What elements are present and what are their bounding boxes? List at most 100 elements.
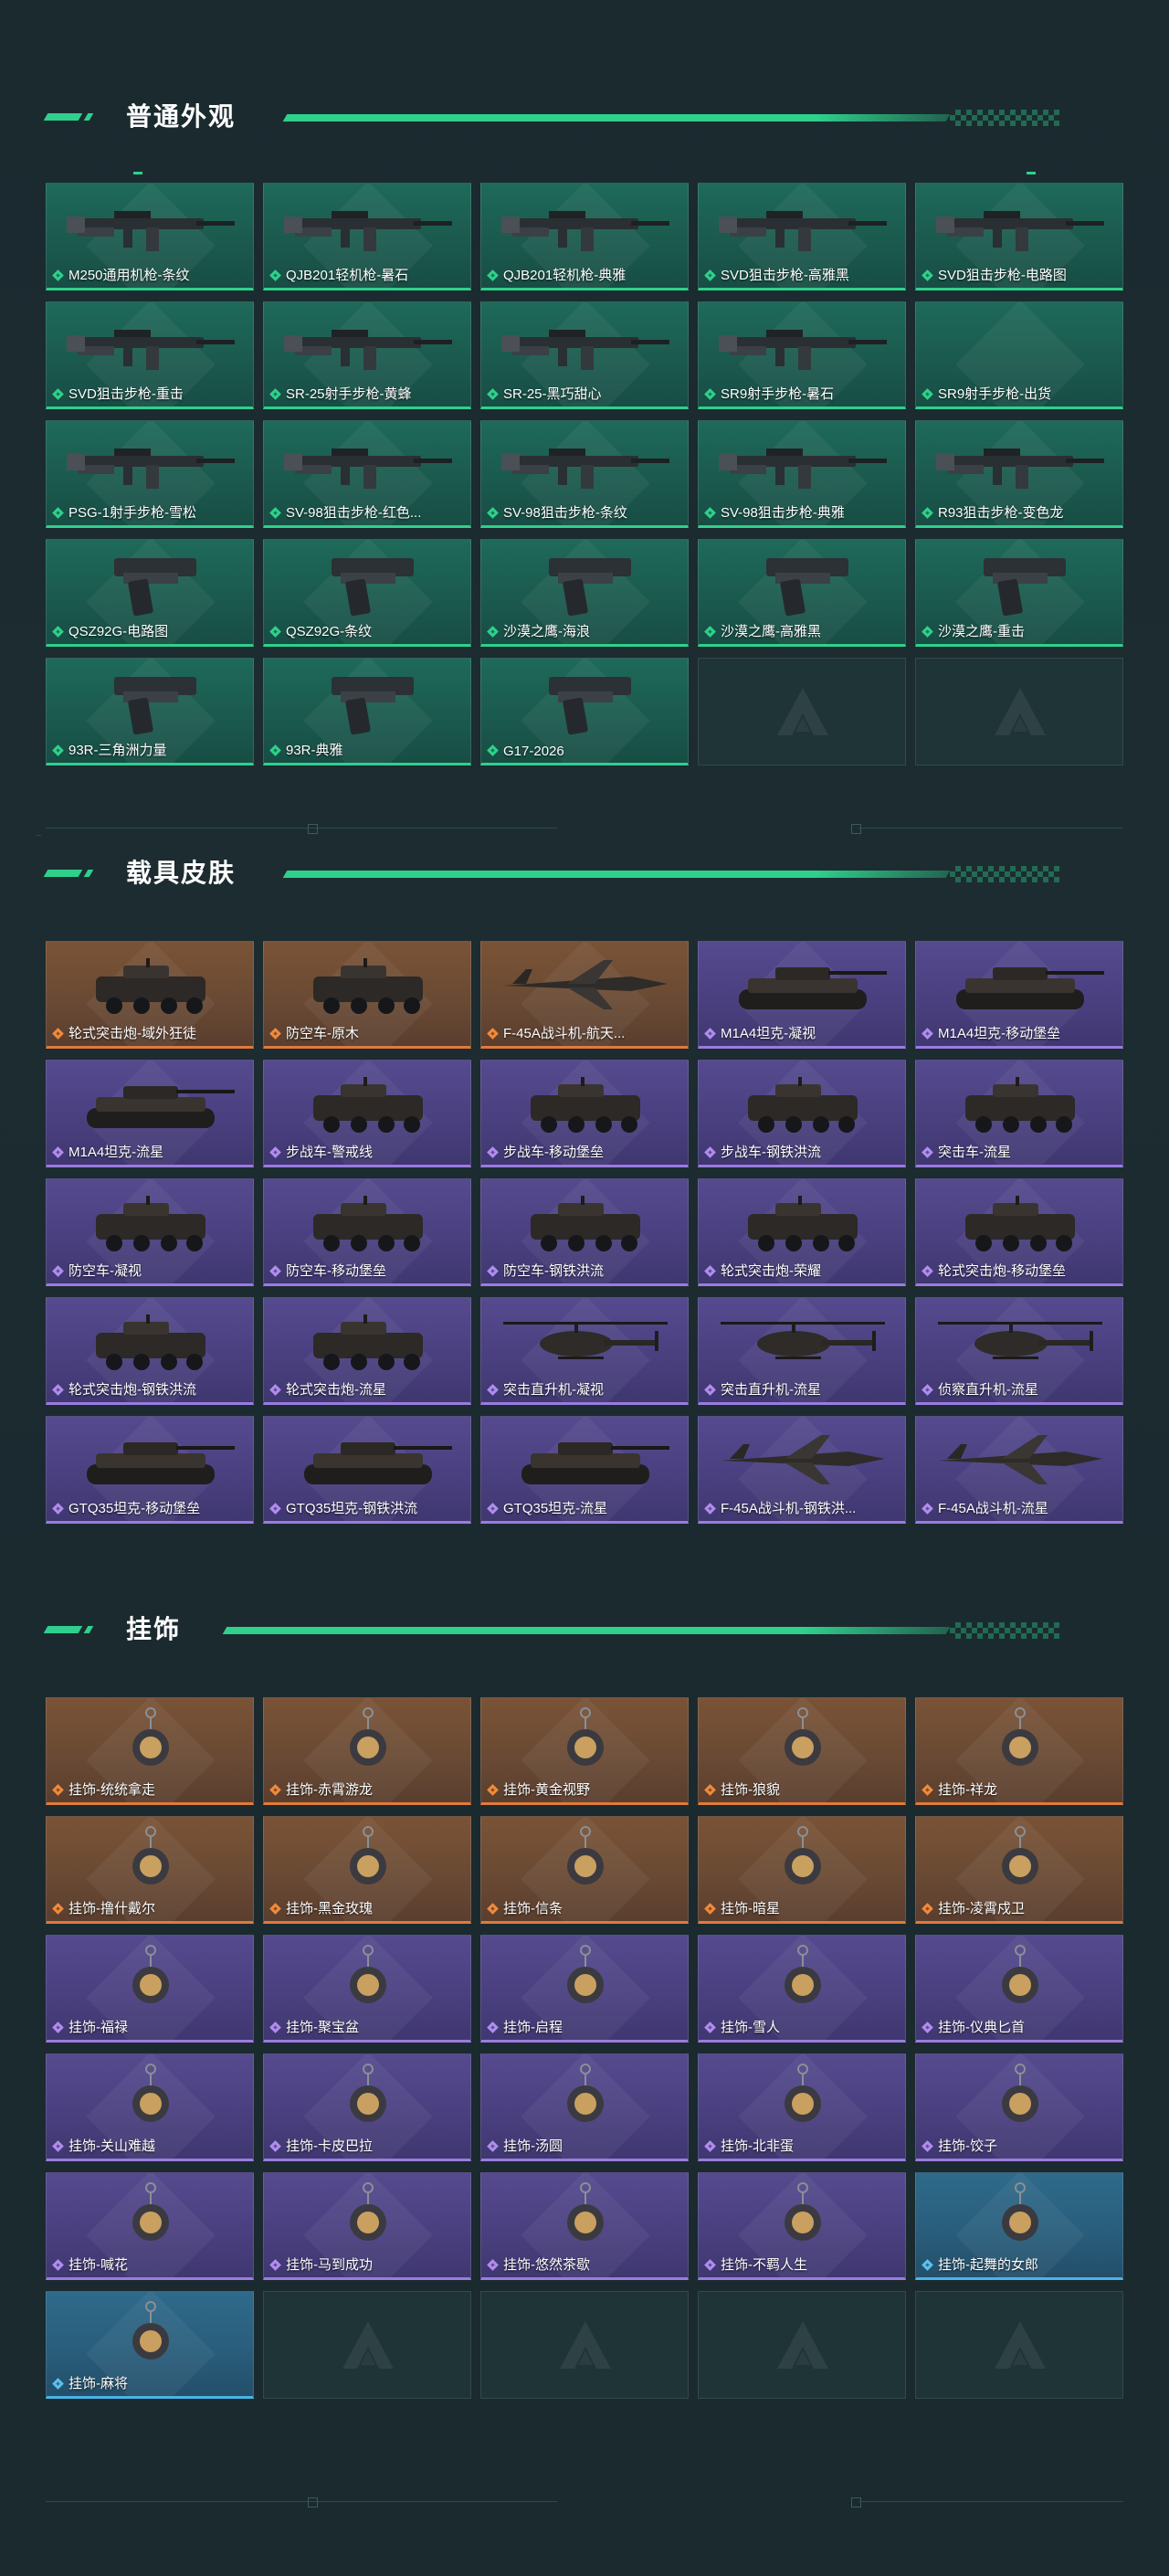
rarity-diamond-icon xyxy=(52,744,64,756)
rarity-diamond-icon xyxy=(922,1265,933,1277)
item-card[interactable]: SVD狙击步枪-电路图 xyxy=(915,183,1123,290)
item-card[interactable]: 挂饰-不羁人生 xyxy=(698,2172,906,2280)
item-card[interactable]: GTQ35坦克-流星 xyxy=(480,1416,689,1524)
item-card[interactable]: 步战车-钢铁洪流 xyxy=(698,1060,906,1167)
rifle-icon xyxy=(501,330,669,370)
rarity-diamond-icon xyxy=(269,388,281,400)
item-card[interactable]: 轮式突击炮-域外狂徒 xyxy=(46,941,254,1049)
item-card[interactable]: 突击直升机-凝视 xyxy=(480,1297,689,1405)
item-card[interactable]: 步战车-警戒线 xyxy=(263,1060,471,1167)
vehicle-icon xyxy=(965,1077,1075,1133)
item-card[interactable]: 挂饰-起舞的女郎 xyxy=(915,2172,1123,2280)
item-card[interactable]: 挂饰-北非蛋 xyxy=(698,2053,906,2161)
helicopter-icon xyxy=(503,1322,668,1359)
item-card[interactable]: 93R-三角洲力量 xyxy=(46,658,254,765)
item-label: SR-25射手步枪-黄蜂 xyxy=(286,386,412,402)
item-card[interactable]: M250通用机枪-条纹 xyxy=(46,183,254,290)
item-card[interactable]: R93狙击步枪-变色龙 xyxy=(915,420,1123,528)
section-title: 载具皮肤 xyxy=(126,859,237,887)
item-card[interactable]: 挂饰-马到成功 xyxy=(263,2172,471,2280)
item-card[interactable]: 挂饰-悠然茶歇 xyxy=(480,2172,689,2280)
item-card[interactable]: 挂饰-聚宝盆 xyxy=(263,1935,471,2043)
rarity-diamond-icon xyxy=(487,1503,499,1515)
item-card[interactable]: F-45A战斗机-钢铁洪... xyxy=(698,1416,906,1524)
item-card[interactable]: QJB201轻机枪-暑石 xyxy=(263,183,471,290)
item-card[interactable]: 沙漠之鹰-高雅黑 xyxy=(698,539,906,647)
helicopter-icon xyxy=(938,1322,1102,1359)
item-card[interactable]: 挂饰-启程 xyxy=(480,1935,689,2043)
item-card[interactable]: 挂饰-赤霄游龙 xyxy=(263,1697,471,1805)
item-card[interactable]: QJB201轻机枪-典雅 xyxy=(480,183,689,290)
item-card[interactable]: 轮式突击炮-移动堡垒 xyxy=(915,1178,1123,1286)
rarity-diamond-icon xyxy=(52,269,64,281)
item-card[interactable]: 挂饰-黑金玫瑰 xyxy=(263,1816,471,1924)
item-card[interactable]: SR9射手步枪-出货 xyxy=(915,301,1123,409)
empty-slot xyxy=(698,658,906,765)
item-card[interactable]: 突击车-流星 xyxy=(915,1060,1123,1167)
item-card[interactable]: SV-98狙击步枪-红色... xyxy=(263,420,471,528)
charm-icon xyxy=(1002,2064,1038,2122)
item-card[interactable]: SV-98狙击步枪-典雅 xyxy=(698,420,906,528)
item-card[interactable]: SR-25-黑巧甜心 xyxy=(480,301,689,409)
item-card[interactable]: 沙漠之鹰-重击 xyxy=(915,539,1123,647)
item-card[interactable]: 挂饰-凌霄戍卫 xyxy=(915,1816,1123,1924)
item-card[interactable]: 挂饰-暗星 xyxy=(698,1816,906,1924)
rarity-diamond-icon xyxy=(922,1384,933,1396)
item-label: R93狙击步枪-变色龙 xyxy=(938,505,1064,521)
item-card[interactable]: GTQ35坦克-钢铁洪流 xyxy=(263,1416,471,1524)
rarity-diamond-icon xyxy=(52,1903,64,1915)
item-card[interactable]: M1A4坦克-移动堡垒 xyxy=(915,941,1123,1049)
item-card[interactable]: SR9射手步枪-暑石 xyxy=(698,301,906,409)
item-card[interactable]: 挂饰-撸什戴尔 xyxy=(46,1816,254,1924)
item-card[interactable]: 防空车-移动堡垒 xyxy=(263,1178,471,1286)
item-card[interactable]: SVD狙击步枪-重击 xyxy=(46,301,254,409)
vehicle-icon xyxy=(313,958,423,1014)
item-card[interactable]: SR-25射手步枪-黄蜂 xyxy=(263,301,471,409)
item-card[interactable]: 挂饰-卡皮巴拉 xyxy=(263,2053,471,2161)
item-card[interactable]: 挂饰-狼貌 xyxy=(698,1697,906,1805)
item-card[interactable]: 挂饰-汤圆 xyxy=(480,2053,689,2161)
item-label: 挂饰-启程 xyxy=(503,2020,563,2035)
item-label: 步战车-钢铁洪流 xyxy=(721,1145,821,1160)
item-card[interactable]: 挂饰-福禄 xyxy=(46,1935,254,2043)
item-label: 挂饰-黑金玫瑰 xyxy=(286,1901,373,1916)
item-card[interactable]: 93R-典雅 xyxy=(263,658,471,765)
item-card[interactable]: 防空车-钢铁洪流 xyxy=(480,1178,689,1286)
rarity-diamond-icon xyxy=(704,2022,716,2033)
item-card[interactable]: 防空车-原木 xyxy=(263,941,471,1049)
item-card[interactable]: F-45A战斗机-流星 xyxy=(915,1416,1123,1524)
item-card[interactable]: M1A4坦克-流星 xyxy=(46,1060,254,1167)
item-label: 挂饰-汤圆 xyxy=(503,2138,563,2154)
item-card[interactable]: F-45A战斗机-航天... xyxy=(480,941,689,1049)
item-card[interactable]: 挂饰-关山难越 xyxy=(46,2053,254,2161)
item-card[interactable]: SVD狙击步枪-高雅黑 xyxy=(698,183,906,290)
item-card[interactable]: GTQ35坦克-移动堡垒 xyxy=(46,1416,254,1524)
rarity-diamond-icon xyxy=(704,2259,716,2271)
item-card[interactable]: 步战车-移动堡垒 xyxy=(480,1060,689,1167)
item-card[interactable]: 挂饰-麻将 xyxy=(46,2291,254,2399)
item-card[interactable]: 挂饰-祥龙 xyxy=(915,1697,1123,1805)
item-card[interactable]: 突击直升机-流星 xyxy=(698,1297,906,1405)
item-card[interactable]: M1A4坦克-凝视 xyxy=(698,941,906,1049)
item-card[interactable]: 轮式突击炮-钢铁洪流 xyxy=(46,1297,254,1405)
item-card[interactable]: G17-2026 xyxy=(480,658,689,765)
item-card[interactable]: 轮式突击炮-流星 xyxy=(263,1297,471,1405)
item-card[interactable]: 轮式突击炮-荣耀 xyxy=(698,1178,906,1286)
item-card[interactable]: 挂饰-黄金视野 xyxy=(480,1697,689,1805)
item-card[interactable]: 沙漠之鹰-海浪 xyxy=(480,539,689,647)
item-card[interactable]: 挂饰-饺子 xyxy=(915,2053,1123,2161)
item-card[interactable]: QSZ92G-条纹 xyxy=(263,539,471,647)
item-card[interactable]: 挂饰-雪人 xyxy=(698,1935,906,2043)
item-card[interactable]: QSZ92G-电路图 xyxy=(46,539,254,647)
item-card[interactable]: 侦察直升机-流星 xyxy=(915,1297,1123,1405)
item-card[interactable]: SV-98狙击步枪-条纹 xyxy=(480,420,689,528)
item-card[interactable]: 挂饰-统统拿走 xyxy=(46,1697,254,1805)
rarity-diamond-icon xyxy=(269,2259,281,2271)
section-header: 挂饰 xyxy=(43,1613,1123,1650)
item-card[interactable]: 挂饰-喊花 xyxy=(46,2172,254,2280)
item-card[interactable]: PSG-1射手步枪-雪松 xyxy=(46,420,254,528)
item-card[interactable]: 防空车-凝视 xyxy=(46,1178,254,1286)
rarity-diamond-icon xyxy=(704,1028,716,1040)
item-card[interactable]: 挂饰-仪典匕首 xyxy=(915,1935,1123,2043)
item-card[interactable]: 挂饰-信条 xyxy=(480,1816,689,1924)
